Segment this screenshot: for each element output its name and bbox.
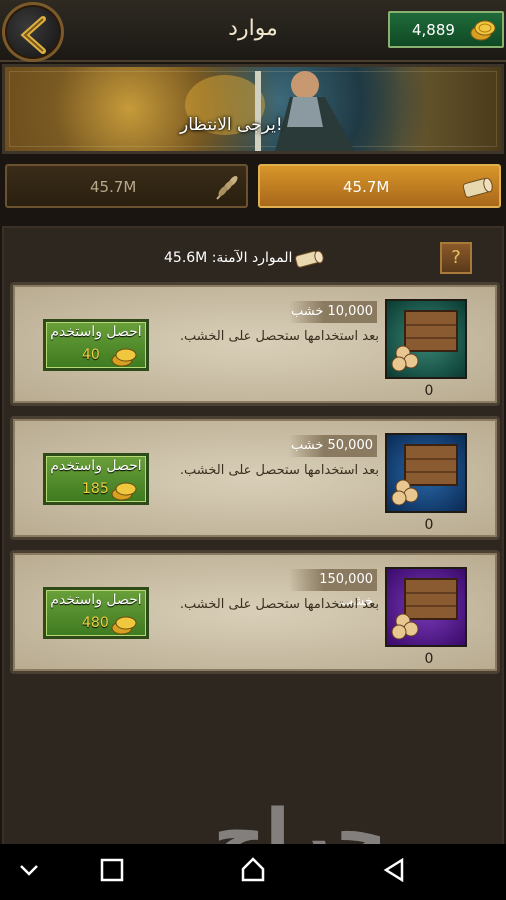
item-count: 0 — [424, 383, 434, 399]
resource-item-card: احصل واستخدم 480 150,000 خشب بعد استخدام… — [10, 550, 500, 674]
get-and-use-label: احصل واستخدم — [50, 458, 142, 474]
safe-resources-value: 45.6M — [164, 250, 208, 266]
back-button[interactable] — [2, 2, 64, 62]
log-icon — [462, 177, 493, 198]
help-button[interactable]: ? — [440, 242, 472, 274]
tab-wood-value: 45.7M — [343, 178, 390, 196]
item-description: بعد استخدامها ستحصل على الخشب. — [179, 597, 379, 612]
item-cost: 480 — [82, 615, 109, 631]
crate-icon — [391, 578, 458, 640]
item-description: بعد استخدامها ستحصل على الخشب. — [179, 329, 379, 344]
item-count: 0 — [424, 651, 434, 667]
resources-panel: الموارد الآمنة: 45.6M ? احصل واستخدم 40 … — [2, 226, 504, 846]
item-amount: 10,000 خشب — [289, 301, 377, 323]
system-navigation-bar — [0, 844, 506, 900]
get-and-use-button[interactable]: احصل واستخدم 185 — [43, 453, 149, 505]
get-and-use-button[interactable]: احصل واستخدم 480 — [43, 587, 149, 639]
safe-resources-text: الموارد الآمنة: 45.6M — [164, 250, 292, 266]
back-arrow-icon — [20, 16, 46, 54]
wheat-icon — [216, 176, 238, 200]
get-and-use-button[interactable]: احصل واستخدم 40 — [43, 319, 149, 371]
wood-crate-icon — [385, 433, 467, 513]
back-triangle-icon[interactable] — [382, 858, 406, 882]
item-description: بعد استخدامها ستحصل على الخشب. — [179, 463, 379, 478]
item-count: 0 — [424, 517, 434, 533]
chevron-down-icon[interactable] — [18, 862, 40, 878]
item-cost: 40 — [82, 347, 100, 363]
get-and-use-label: احصل واستخدم — [50, 592, 142, 608]
item-amount: 50,000 خشب — [289, 435, 377, 457]
banner-text: يرجى الانتظار! — [180, 115, 283, 135]
gold-amount: 4,889 — [412, 21, 455, 39]
tab-wood[interactable]: 45.7M — [258, 164, 501, 208]
log-icon — [295, 250, 324, 268]
banner-image: يرجى الانتظار! — [2, 64, 504, 154]
resource-item-card: احصل واستخدم 185 50,000 خشب بعد استخدامه… — [10, 416, 500, 540]
gold-coins-icon — [470, 20, 496, 41]
safe-resources-row: الموارد الآمنة: 45.6M ? — [4, 228, 502, 278]
crate-icon — [391, 310, 458, 372]
home-icon[interactable] — [240, 856, 266, 882]
item-amount: 150,000 خشب — [289, 569, 377, 609]
gold-coins-icon — [111, 616, 137, 635]
wood-crate-icon — [385, 299, 467, 379]
tab-food[interactable]: 45.7M — [5, 164, 248, 208]
gold-coins-icon — [111, 482, 137, 501]
tab-food-value: 45.7M — [90, 178, 137, 196]
safe-resources-label: الموارد الآمنة: — [211, 250, 293, 266]
get-and-use-label: احصل واستخدم — [50, 324, 142, 340]
page-title: موارد — [228, 16, 278, 41]
resource-item-card: احصل واستخدم 40 10,000 خشب بعد استخدامها… — [10, 282, 500, 406]
warrior-illustration-icon — [185, 71, 355, 151]
top-bar: موارد 4,889 — [0, 0, 506, 62]
gold-balance[interactable]: 4,889 — [388, 11, 504, 48]
recent-apps-icon[interactable] — [100, 858, 124, 882]
gold-coins-icon — [111, 348, 137, 367]
wood-crate-icon — [385, 567, 467, 647]
crate-icon — [391, 444, 458, 506]
item-cost: 185 — [82, 481, 109, 497]
